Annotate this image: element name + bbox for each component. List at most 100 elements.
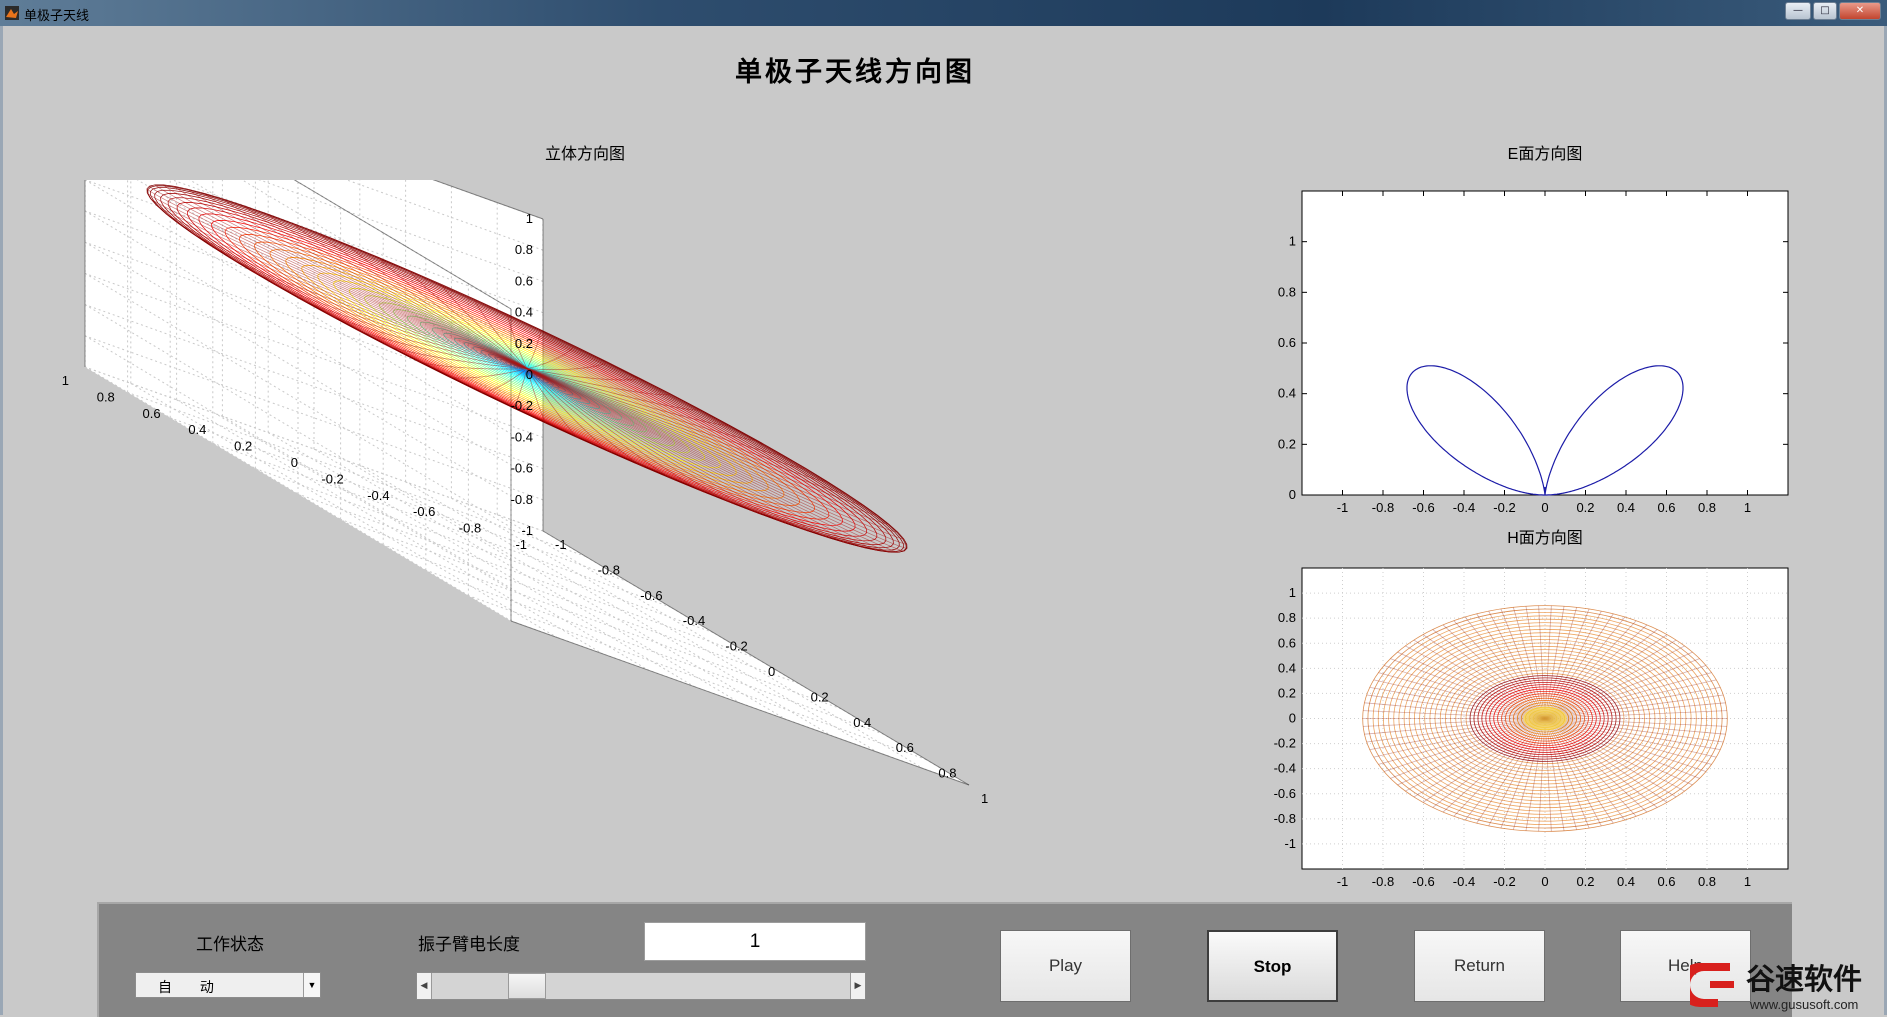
h-x-tick-label: -0.6 [1412, 874, 1434, 889]
z-tick-label: 0.6 [515, 273, 533, 288]
e-x-tick-label: 0.6 [1657, 500, 1675, 515]
h-center-highlight [1523, 707, 1567, 731]
e-x-tick-label: 0.2 [1576, 500, 1594, 515]
axes-e-box [1302, 191, 1788, 495]
axes-3d[interactable]: 1 0.8 0.6 0.4 0.2 0 -0.2 -0.4 -0.6 -0.8 -1 1 0.8 0.6 0… [40, 180, 1120, 900]
e-x-tick-label: 0.8 [1698, 500, 1716, 515]
e-x-tick-label: -1 [1337, 500, 1349, 515]
e-y-tick-label: 1 [1289, 234, 1296, 249]
window-title: 单极子天线 [24, 5, 89, 24]
e-y-tick-label: 0 [1289, 487, 1296, 502]
h-y-tick-label: -0.4 [1274, 761, 1296, 776]
h-x-tick-label: -1 [1337, 874, 1349, 889]
z-tick-label: -1 [521, 523, 533, 538]
x-tick-label: -0.8 [598, 562, 620, 577]
matlab-icon [5, 6, 19, 20]
h-y-tick-label: 0.6 [1278, 635, 1296, 650]
e-x-tick-label: -0.8 [1372, 500, 1394, 515]
x-tick-label: 1 [981, 791, 988, 806]
length-slider[interactable]: ◀ ▶ [416, 972, 866, 1000]
mode-dropdown[interactable]: 自 动 ▼ [135, 972, 321, 998]
x-tick-label: -0.2 [725, 639, 747, 654]
axes-3d-panes [85, 180, 969, 785]
window-border-left [0, 26, 3, 1015]
h-x-tick-label: 1 [1744, 874, 1751, 889]
e-x-tick-label: 0 [1541, 500, 1548, 515]
h-y-tick-label: -0.2 [1274, 736, 1296, 751]
e-x-tick-label: -0.4 [1453, 500, 1475, 515]
h-y-tick-label: 0.2 [1278, 685, 1296, 700]
h-x-tick-label: -0.4 [1453, 874, 1475, 889]
dropdown-arrow-icon[interactable]: ▼ [303, 973, 320, 997]
return-button[interactable]: Return [1414, 930, 1545, 1002]
e-x-tick-label: 0.4 [1617, 500, 1635, 515]
h-y-tick-label: 0.8 [1278, 610, 1296, 625]
e-y-tick-label: 0.2 [1278, 436, 1296, 451]
figure-title: 单极子天线方向图 [0, 50, 1710, 89]
watermark-url: www.gususoft.com [1749, 997, 1858, 1012]
minimize-button[interactable]: — [1785, 2, 1811, 20]
h-y-tick-label: -0.6 [1274, 786, 1296, 801]
z-tick-label: 0.4 [515, 305, 533, 320]
window-titlebar[interactable]: 单极子天线 — □ ✕ [0, 0, 1887, 26]
length-input[interactable]: 1 [644, 922, 866, 961]
slider-left-arrow-icon[interactable]: ◀ [417, 973, 432, 999]
y-tick-label: 0.6 [143, 406, 161, 421]
watermark-logo: 谷速软件 www.gususoft.com [1690, 955, 1887, 1015]
z-tick-label: -0.4 [511, 429, 533, 444]
x-tick-label: -0.4 [683, 613, 705, 628]
z-tick-label: 0.2 [515, 336, 533, 351]
stop-button[interactable]: Stop [1207, 930, 1338, 1002]
e-y-tick-label: 0.8 [1278, 284, 1296, 299]
h-x-tick-label: 0.2 [1576, 874, 1594, 889]
h-x-tick-label: 0 [1541, 874, 1548, 889]
x-tick-label: 0.6 [896, 740, 914, 755]
maximize-button[interactable]: □ [1813, 2, 1837, 20]
x-tick-label: 0.4 [853, 715, 871, 730]
z-tick-label: -0.2 [511, 398, 533, 413]
axes-e-plane[interactable]: 10.80.60.40.20-1-0.8-0.6-0.4-0.200.20.40… [1260, 180, 1800, 520]
h-x-tick-label: 0.8 [1698, 874, 1716, 889]
h-y-tick-label: -0.8 [1274, 811, 1296, 826]
z-tick-label: -0.6 [511, 461, 533, 476]
axes-h-group: 1 0.8 0.6 0.4 0.2 0 -0.2 -0.4 -0.6 -0.8 -1 -1 -0.8 -0… [1274, 568, 1788, 889]
e-x-tick-label: 1 [1744, 500, 1751, 515]
y-tick-label: -0.4 [367, 488, 389, 503]
watermark-brand: 谷速软件 [1746, 963, 1862, 996]
slider-thumb[interactable] [508, 973, 546, 999]
z-tick-label: -0.8 [511, 492, 533, 507]
y-tick-label: 0.4 [188, 422, 206, 437]
e-y-tick-label: 0.4 [1278, 386, 1296, 401]
length-label: 振子臂电长度 [418, 930, 520, 955]
y-tick-label: 0.2 [234, 439, 252, 454]
z-tick-label: 0 [526, 367, 533, 382]
y-tick-label: -0.2 [321, 471, 343, 486]
y-tick-label: -0.6 [413, 504, 435, 519]
mode-dropdown-value: 自 动 [158, 977, 226, 997]
y-tick-label: 0 [291, 455, 298, 470]
x-tick-label: -0.6 [640, 588, 662, 603]
y-tick-label: 1 [62, 373, 69, 388]
z-tick-label: 0.8 [515, 242, 533, 257]
axes-e-group: 10.80.60.40.20-1-0.8-0.6-0.4-0.200.20.40… [1278, 191, 1788, 515]
play-button[interactable]: Play [1000, 930, 1131, 1002]
h-x-tick-label: 0.4 [1617, 874, 1635, 889]
y-tick-label: -1 [515, 537, 527, 552]
axes-h-plane[interactable]: 1 0.8 0.6 0.4 0.2 0 -0.2 -0.4 -0.6 -0.8 -1 -1 -0.8 -0… [1260, 556, 1800, 896]
h-x-tick-label: -0.2 [1493, 874, 1515, 889]
y-tick-label: 0.8 [97, 389, 115, 404]
close-button[interactable]: ✕ [1839, 2, 1881, 20]
h-y-tick-label: 1 [1289, 585, 1296, 600]
h-x-tick-label: 0.6 [1657, 874, 1675, 889]
axes-e-title: E面方向图 [1445, 140, 1645, 164]
mode-label: 工作状态 [196, 930, 264, 955]
y-tick-label: -0.8 [459, 521, 481, 536]
x-tick-label: 0.2 [811, 689, 829, 704]
x-tick-label: 0.8 [938, 766, 956, 781]
e-x-tick-label: -0.2 [1493, 500, 1515, 515]
h-x-tick-label: -0.8 [1372, 874, 1394, 889]
slider-right-arrow-icon[interactable]: ▶ [850, 973, 865, 999]
h-y-tick-label: -1 [1284, 836, 1296, 851]
axes-3d-group: 1 0.8 0.6 0.4 0.2 0 -0.2 -0.4 -0.6 -0.8 -1 1 0.8 0.6 0… [62, 180, 988, 806]
axes-h-title: H面方向图 [1445, 524, 1645, 548]
